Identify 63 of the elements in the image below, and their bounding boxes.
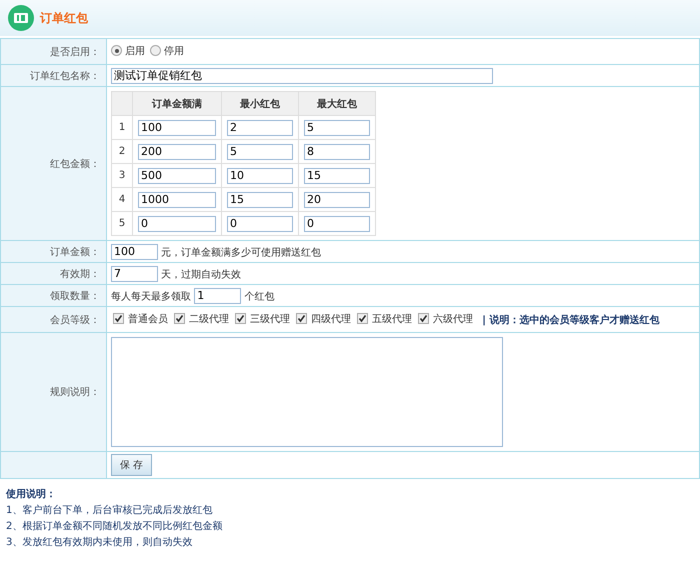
hint-text: 元，订单金额满多少可使用赠送红包 bbox=[161, 247, 322, 258]
ticket-icon bbox=[8, 5, 34, 31]
row-number: 4 bbox=[118, 194, 126, 205]
field-label: 订单红包名称： bbox=[30, 70, 100, 82]
amount-input[interactable]: 10 bbox=[227, 168, 293, 184]
hint-text: 个红包 bbox=[244, 291, 274, 302]
radio-button[interactable] bbox=[111, 45, 122, 56]
save-button[interactable]: 保 存 bbox=[111, 454, 152, 476]
count-input[interactable]: 1 bbox=[194, 288, 242, 304]
radio-label: 停用 bbox=[164, 44, 184, 58]
column-header: 最小红包 bbox=[240, 98, 280, 110]
hint-text: 每人每天最多领取 bbox=[111, 291, 191, 302]
amount-input[interactable]: 0 bbox=[227, 216, 293, 232]
checkbox[interactable] bbox=[113, 313, 124, 324]
checkbox[interactable] bbox=[174, 313, 185, 324]
note-text: | 说明：选中的会员等级客户才赠送红包 bbox=[482, 313, 660, 328]
column-header: 最大红包 bbox=[317, 98, 357, 110]
field-label: 是否启用： bbox=[50, 46, 100, 58]
amount-input[interactable]: 20 bbox=[304, 192, 370, 208]
page-title: 订单红包 bbox=[40, 10, 88, 26]
amount-input[interactable]: 0 bbox=[138, 216, 216, 232]
field-label: 领取数量： bbox=[50, 290, 100, 302]
column-header: 订单金额满 bbox=[152, 98, 202, 110]
checkbox[interactable] bbox=[357, 313, 368, 324]
usage-line: 2、根据订单金额不同随机发放不同比例红包金额 bbox=[6, 520, 224, 534]
radio-button[interactable] bbox=[150, 45, 161, 56]
amount-input[interactable]: 500 bbox=[138, 168, 216, 184]
amount-input[interactable]: 200 bbox=[138, 144, 216, 160]
checkbox-label: 二级代理 bbox=[189, 312, 229, 326]
hint-text: 天，过期自动失效 bbox=[161, 269, 242, 280]
field-label: 订单金额： bbox=[50, 246, 100, 258]
amount-input[interactable]: 5 bbox=[304, 120, 370, 136]
amount-input[interactable]: 2 bbox=[227, 120, 293, 136]
usage-title: 使用说明： bbox=[6, 488, 57, 502]
usage-line: 3、发放红包有效期内未使用，则自动失效 bbox=[6, 536, 194, 550]
row-number: 5 bbox=[118, 218, 126, 229]
radio-label: 启用 bbox=[125, 44, 145, 58]
row-number: 1 bbox=[118, 122, 126, 133]
checkbox-label: 六级代理 bbox=[433, 312, 473, 326]
checkbox-label: 三级代理 bbox=[250, 312, 290, 326]
checkbox-label: 四级代理 bbox=[311, 312, 351, 326]
row-number: 2 bbox=[118, 146, 126, 157]
amount-input[interactable]: 15 bbox=[227, 192, 293, 208]
amount-input[interactable]: 0 bbox=[304, 216, 370, 232]
amount-input[interactable]: 100 bbox=[111, 244, 158, 260]
usage-line: 1、客户前台下单，后台审核已完成后发放红包 bbox=[6, 504, 214, 518]
days-input[interactable]: 7 bbox=[111, 266, 158, 282]
field-label: 红包金额： bbox=[50, 158, 100, 170]
field-label: 规则说明： bbox=[50, 387, 100, 398]
checkbox[interactable] bbox=[235, 313, 246, 324]
field-label: 会员等级： bbox=[50, 314, 100, 326]
checkbox-label: 普通会员 bbox=[128, 312, 168, 326]
amount-input[interactable]: 100 bbox=[138, 120, 216, 136]
checkbox[interactable] bbox=[296, 313, 307, 324]
row-number: 3 bbox=[118, 170, 126, 181]
amount-input[interactable]: 1000 bbox=[138, 192, 216, 208]
name-input[interactable]: 测试订单促销红包 bbox=[111, 68, 493, 84]
field-label: 有效期： bbox=[60, 268, 100, 280]
checkbox[interactable] bbox=[418, 313, 429, 324]
checkbox-label: 五级代理 bbox=[372, 312, 412, 326]
amount-input[interactable]: 5 bbox=[227, 144, 293, 160]
amount-input[interactable]: 8 bbox=[304, 144, 370, 160]
amount-input[interactable]: 15 bbox=[304, 168, 370, 184]
